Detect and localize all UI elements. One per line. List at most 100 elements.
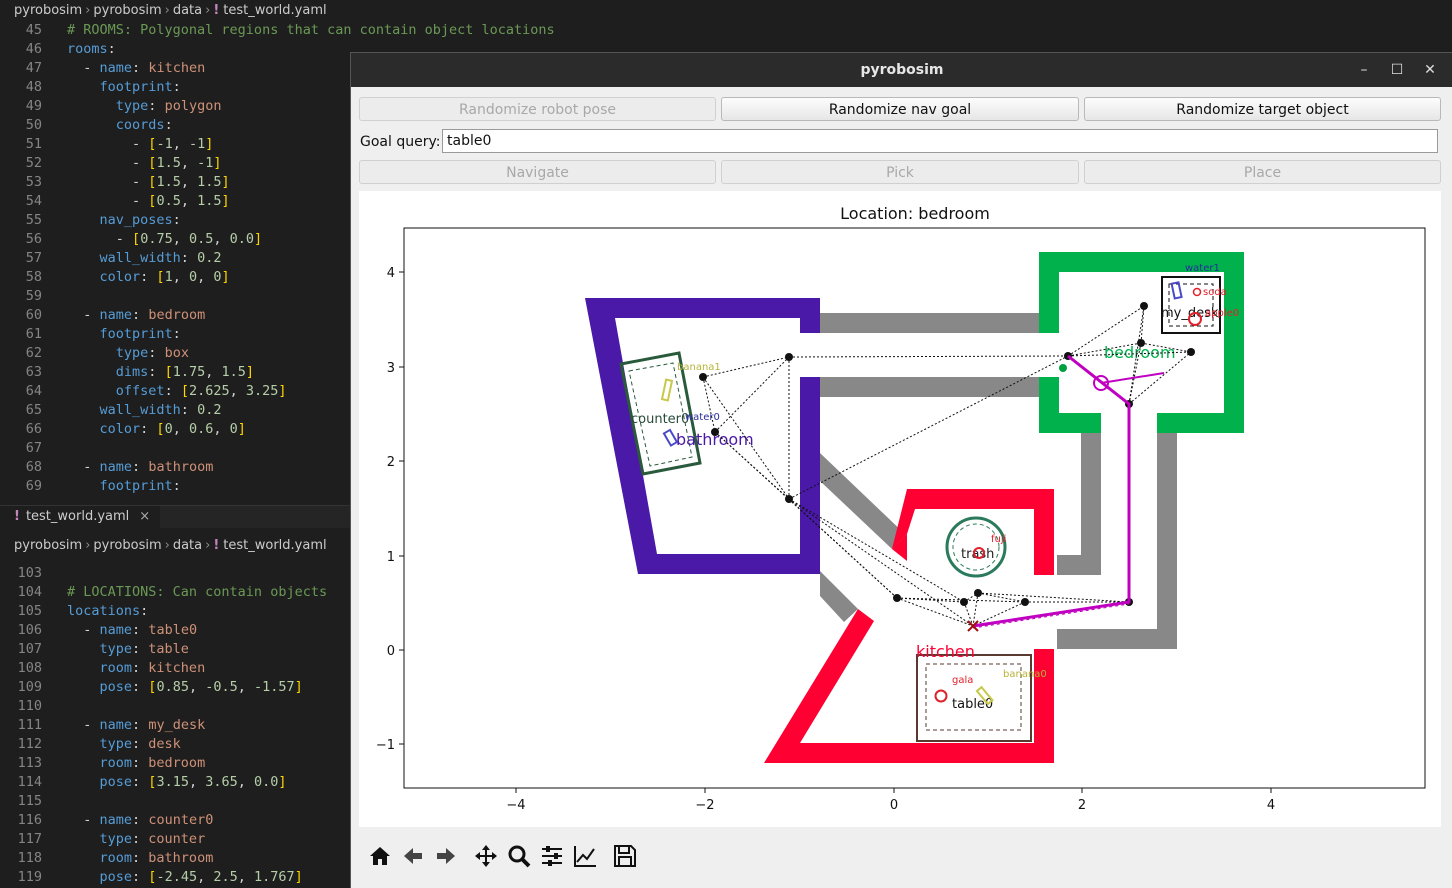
code-line[interactable]: 117 type: counter <box>0 830 327 849</box>
editor-bottom-pane[interactable]: pyrobosim › pyrobosim › data ›! test_world.yam… <box>0 535 350 887</box>
maximize-icon[interactable]: ☐ <box>1382 53 1412 87</box>
pick-button[interactable]: Pick <box>721 160 1079 184</box>
zoom-icon[interactable] <box>506 843 532 869</box>
y-tick-label: −1 <box>376 738 395 753</box>
yaml-file-icon: ! <box>213 538 220 553</box>
breadcrumb-item[interactable]: test_world.yaml <box>223 3 326 18</box>
home-icon[interactable] <box>367 843 393 869</box>
navigate-button[interactable]: Navigate <box>359 160 716 184</box>
editor-tab[interactable]: ! test_world.yaml × <box>0 506 161 528</box>
tab-label: test_world.yaml <box>25 509 130 524</box>
breadcrumb-item[interactable]: test_world.yaml <box>223 538 326 553</box>
line-number: 63 <box>25 364 42 380</box>
code-line[interactable]: 45 # ROOMS: Polygonal regions that can co… <box>0 21 555 40</box>
line-number: 67 <box>25 440 42 456</box>
code-line[interactable]: 106 - name: table0 <box>0 621 327 640</box>
plot-canvas[interactable]: Location: bedroom −4 −2 0 2 4 4 3 2 1 0 … <box>359 191 1441 827</box>
configure-icon[interactable] <box>539 843 565 869</box>
line-number: 105 <box>17 603 42 619</box>
line-number: 47 <box>25 60 42 76</box>
axes-icon[interactable] <box>572 843 598 869</box>
x-tick-label: 2 <box>1078 798 1086 813</box>
world-map[interactable]: Location: bedroom −4 −2 0 2 4 4 3 2 1 0 … <box>359 191 1441 827</box>
breadcrumb-item[interactable]: pyrobosim <box>93 538 161 553</box>
back-icon[interactable] <box>400 843 426 869</box>
line-number: 112 <box>17 736 42 752</box>
code-line[interactable]: 119 pose: [-2.45, 2.5, 1.767] <box>0 868 327 887</box>
goal-query-input[interactable]: table0 <box>442 129 1438 153</box>
code-text: locations: <box>67 603 149 619</box>
code-line[interactable]: 109 pose: [0.85, -0.5, -1.57] <box>0 678 327 697</box>
plot-toolbar <box>359 835 1441 875</box>
banana1-label: banana1 <box>677 362 721 373</box>
window-titlebar[interactable]: pyrobosim – ☐ ✕ <box>351 53 1452 87</box>
breadcrumb-item[interactable]: pyrobosim <box>93 3 161 18</box>
code-line[interactable]: 114 pose: [3.15, 3.65, 0.0] <box>0 773 327 792</box>
code-line[interactable]: 104 # LOCATIONS: Can contain objects <box>0 583 327 602</box>
code-lines[interactable]: 103 104 # LOCATIONS: Can contain objects 10… <box>0 564 327 887</box>
line-number: 48 <box>25 79 42 95</box>
code-line[interactable]: 113 room: bedroom <box>0 754 327 773</box>
line-number: 58 <box>25 269 42 285</box>
pan-icon[interactable] <box>473 843 499 869</box>
code-text: type: counter <box>99 831 206 847</box>
randomize-nav-goal-button[interactable]: Randomize nav goal <box>721 97 1079 121</box>
line-number: 104 <box>17 584 42 600</box>
breadcrumb-item[interactable]: data <box>173 3 202 18</box>
line-number: 65 <box>25 402 42 418</box>
forward-icon[interactable] <box>433 843 459 869</box>
code-line[interactable]: 116 - name: counter0 <box>0 811 327 830</box>
code-line[interactable]: 107 type: table <box>0 640 327 659</box>
editor-tab-bar: ! test_world.yaml × <box>0 505 350 528</box>
line-number: 116 <box>17 812 42 828</box>
code-line[interactable]: 110 <box>0 697 327 716</box>
code-text: - [-1, -1] <box>132 136 214 152</box>
code-line[interactable]: 115 <box>0 792 327 811</box>
line-number: 64 <box>25 383 42 399</box>
breadcrumb-item[interactable]: pyrobosim <box>14 538 82 553</box>
line-number: 54 <box>25 193 42 209</box>
code-line[interactable]: 103 <box>0 564 327 583</box>
close-icon[interactable]: × <box>139 509 150 524</box>
x-tick-label: 4 <box>1267 798 1275 813</box>
goal-marker <box>1059 364 1067 372</box>
code-line[interactable]: 105 locations: <box>0 602 327 621</box>
line-number: 62 <box>25 345 42 361</box>
plot-title: Location: bedroom <box>840 204 990 223</box>
code-line[interactable]: 111 - name: my_desk <box>0 716 327 735</box>
code-text: pose: [3.15, 3.65, 0.0] <box>99 774 287 790</box>
y-ticks <box>399 271 404 745</box>
line-number: 49 <box>25 98 42 114</box>
line-number: 106 <box>17 622 42 638</box>
code-line[interactable]: 118 room: bathroom <box>0 849 327 868</box>
code-text: # LOCATIONS: Can contain objects <box>67 584 328 600</box>
code-text: color: [0, 0.6, 0] <box>99 421 246 437</box>
line-number: 57 <box>25 250 42 266</box>
randomize-robot-pose-button[interactable]: Randomize robot pose <box>359 97 716 121</box>
place-button[interactable]: Place <box>1084 160 1441 184</box>
line-number: 68 <box>25 459 42 475</box>
save-icon[interactable] <box>612 843 638 869</box>
editor-top-pane[interactable]: pyrobosim › pyrobosim › data ›! test_world.yam… <box>0 0 555 500</box>
line-number: 52 <box>25 155 42 171</box>
line-number: 107 <box>17 641 42 657</box>
code-text: - name: table0 <box>83 622 198 638</box>
banana0-label: banana0 <box>1003 669 1047 680</box>
line-number: 45 <box>25 22 42 38</box>
code-text: pose: [-2.45, 2.5, 1.767] <box>99 869 303 885</box>
code-line[interactable]: 108 room: kitchen <box>0 659 327 678</box>
line-number: 103 <box>17 565 42 581</box>
line-number: 108 <box>17 660 42 676</box>
close-icon[interactable]: ✕ <box>1415 53 1445 87</box>
kitchen-label: kitchen <box>916 642 975 661</box>
code-text: offset: [2.625, 3.25] <box>115 383 287 399</box>
code-text: footprint: <box>99 326 181 342</box>
code-text: - name: my_desk <box>83 717 206 733</box>
breadcrumb-item[interactable]: pyrobosim <box>14 3 82 18</box>
minimize-icon[interactable]: – <box>1349 53 1379 87</box>
line-number: 111 <box>17 717 42 733</box>
code-line[interactable]: 112 type: desk <box>0 735 327 754</box>
randomize-target-object-button[interactable]: Randomize target object <box>1084 97 1441 121</box>
breadcrumb-item[interactable]: data <box>173 538 202 553</box>
code-text: coords: <box>115 117 173 133</box>
